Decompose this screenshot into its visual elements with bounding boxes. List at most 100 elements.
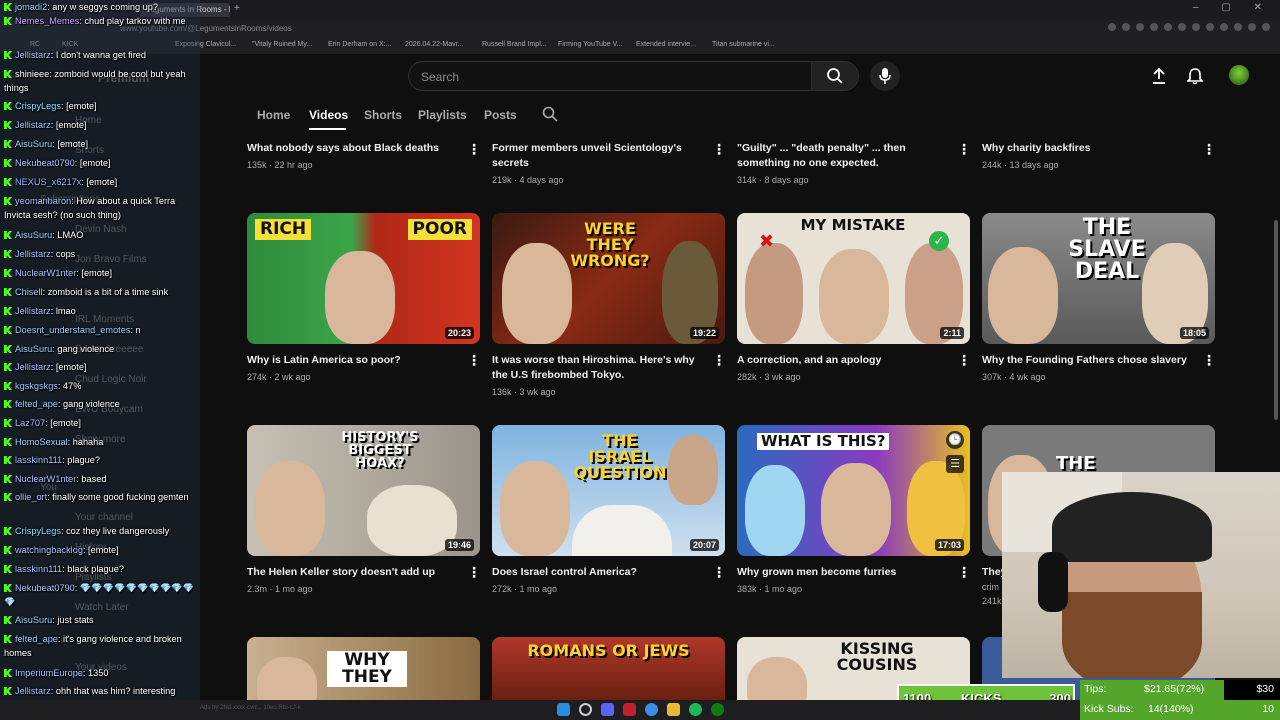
obs-icon[interactable] [623, 703, 636, 716]
video-card[interactable]: WHY THEY [247, 637, 480, 700]
bookmark[interactable]: Titan submarine vi... [712, 41, 775, 48]
chat-username[interactable]: AisuSuru [15, 615, 52, 625]
extension-icon[interactable] [1150, 23, 1158, 31]
search-button[interactable] [811, 61, 859, 91]
profile-icon[interactable] [1262, 23, 1270, 31]
new-tab-icon[interactable]: + [234, 3, 240, 14]
video-card[interactable]: THE SLAVE DEAL 18:05 Why the Founding Fa… [982, 213, 1216, 382]
file-explorer-icon[interactable] [667, 703, 680, 716]
video-card[interactable]: RICH POOR 20:23 Why is Latin America so … [247, 213, 481, 382]
chat-username[interactable]: Jellistarz [15, 306, 51, 316]
more-options-icon[interactable]: ⋮ [957, 141, 971, 158]
video-title[interactable]: Former members unveil Scientology's secr… [492, 141, 725, 171]
chrome-icon[interactable] [645, 703, 658, 716]
chat-username[interactable]: shinieee [15, 69, 49, 79]
chat-username[interactable]: Jellistarz [15, 249, 51, 259]
bookmark[interactable]: 2026.04.22-Mavr... [405, 41, 463, 48]
video-card[interactable]: "Guilty" ... "death penalty" ... then so… [737, 141, 971, 185]
more-options-icon[interactable]: ⋮ [712, 141, 726, 158]
extension-icon[interactable] [1136, 23, 1144, 31]
chat-username[interactable]: Doesnt_understand_emotes [15, 325, 130, 335]
extension-icon[interactable] [1164, 23, 1172, 31]
chat-username[interactable]: CrispyLegs [15, 526, 61, 536]
video-thumbnail[interactable]: THE SLAVE DEAL 18:05 [982, 213, 1215, 344]
video-title[interactable]: Why grown men become furries [737, 565, 970, 580]
tab-videos[interactable]: Videos [309, 108, 348, 122]
chat-username[interactable]: AisuSuru [15, 230, 52, 240]
chat-username[interactable]: lasskinn111 [15, 564, 62, 574]
extension-icon[interactable] [1206, 23, 1214, 31]
video-title[interactable]: Why charity backfires [982, 141, 1215, 156]
spotify-icon[interactable] [689, 703, 702, 716]
bookmark[interactable]: Firming YouTube V... [558, 41, 622, 48]
video-card[interactable]: HISTORY'S BIGGEST HOAX? 19:46 The Helen … [247, 425, 481, 594]
extension-icon[interactable] [1192, 23, 1200, 31]
video-title[interactable]: Does Israel control America? [492, 565, 725, 580]
bookmark[interactable]: Russell Brand Impl... [482, 41, 547, 48]
chat-username[interactable]: Jellistarz [15, 686, 51, 696]
search-input[interactable]: Search [408, 61, 812, 91]
video-title[interactable]: A correction, and an apology [737, 353, 970, 368]
chat-username[interactable]: Nemes_Memes [15, 16, 79, 26]
chat-username[interactable]: Jellistarz [15, 50, 51, 60]
video-card[interactable]: THE ISRAEL QUESTION 20:07 Does Israel co… [492, 425, 726, 594]
chat-username[interactable]: ollie_ort [15, 492, 47, 502]
window-controls-icon[interactable]: – ▢ ✕ [1193, 2, 1272, 13]
add-to-queue-icon[interactable]: ☰ [946, 455, 964, 473]
chat-username[interactable]: Nekubeat0790 [15, 158, 75, 168]
video-card[interactable]: WHAT IS THIS? 🕒 ☰ 17:03 Why grown men be… [737, 425, 971, 594]
chat-username[interactable]: HomoSexual [15, 437, 68, 447]
video-title[interactable]: Why is Latin America so poor? [247, 353, 480, 368]
video-thumbnail[interactable]: WHAT IS THIS? 🕒 ☰ 17:03 [737, 425, 970, 556]
voice-search-button[interactable] [870, 61, 900, 91]
more-options-icon[interactable]: ⋮ [467, 141, 481, 158]
chat-username[interactable]: AisuSuru [15, 344, 52, 354]
more-options-icon[interactable]: ⋮ [1202, 352, 1216, 369]
account-avatar[interactable] [1229, 65, 1249, 85]
video-card[interactable]: WERE THEY WRONG? 19:22 It was worse than… [492, 213, 726, 397]
scrollbar-thumb[interactable] [1274, 220, 1278, 420]
search-icon[interactable] [579, 703, 592, 716]
chat-username[interactable]: AisuSuru [15, 139, 52, 149]
more-options-icon[interactable]: ⋮ [957, 564, 971, 581]
tab-home[interactable]: Home [257, 108, 290, 122]
discord-icon[interactable] [601, 703, 614, 716]
extension-icon[interactable] [1122, 23, 1130, 31]
more-options-icon[interactable]: ⋮ [957, 352, 971, 369]
bookmark[interactable]: "Vitaly Ruined My... [252, 41, 312, 48]
video-card[interactable]: Why charity backfires 244k · 13 days ago… [982, 141, 1216, 170]
more-options-icon[interactable]: ⋮ [712, 352, 726, 369]
chat-username[interactable]: NuclearW1nter [15, 474, 76, 484]
extension-icon[interactable] [1220, 23, 1228, 31]
video-card[interactable]: MY MISTAKE ✖ ✓ 2:11 A correction, and an… [737, 213, 971, 382]
video-thumbnail[interactable]: MY MISTAKE ✖ ✓ 2:11 [737, 213, 970, 344]
zoom-icon[interactable] [1108, 23, 1116, 31]
video-title[interactable]: Why the Founding Fathers chose slavery [982, 353, 1215, 368]
more-options-icon[interactable]: ⋮ [712, 564, 726, 581]
chat-username[interactable]: CrispyLegs [15, 101, 61, 111]
chat-username[interactable]: felted_ape [15, 399, 58, 409]
watch-later-icon[interactable]: 🕒 [946, 431, 964, 449]
video-thumbnail[interactable]: RICH POOR 20:23 [247, 213, 480, 344]
chat-username[interactable]: kgskgskgs [15, 381, 58, 391]
video-card[interactable]: ROMANS OR JEWS [492, 637, 725, 700]
xbox-icon[interactable] [711, 703, 724, 716]
chat-username[interactable]: Jellistarz [15, 362, 51, 372]
upload-button[interactable] [1147, 64, 1171, 88]
chat-username[interactable]: NuclearW1nter [15, 268, 76, 278]
bookmark[interactable]: Extended intervie... [636, 41, 696, 48]
extension-icon[interactable] [1178, 23, 1186, 31]
chat-username[interactable]: Jellistarz [15, 120, 51, 130]
more-options-icon[interactable]: ⋮ [1202, 141, 1216, 158]
notifications-button[interactable] [1183, 64, 1207, 88]
chat-username[interactable]: lasskinn111 [15, 455, 62, 465]
channel-search-button[interactable] [542, 106, 558, 127]
video-title[interactable]: "Guilty" ... "death penalty" ... then so… [737, 141, 970, 171]
video-title[interactable]: It was worse than Hiroshima. Here's why … [492, 353, 725, 383]
video-card[interactable]: Former members unveil Scientology's secr… [492, 141, 726, 185]
chat-username[interactable]: ImperiumEurope [15, 668, 83, 678]
tab-shorts[interactable]: Shorts [364, 108, 402, 122]
chat-username[interactable]: Chisell [15, 287, 43, 297]
extension-icon[interactable] [1248, 23, 1256, 31]
tab-posts[interactable]: Posts [484, 108, 517, 122]
